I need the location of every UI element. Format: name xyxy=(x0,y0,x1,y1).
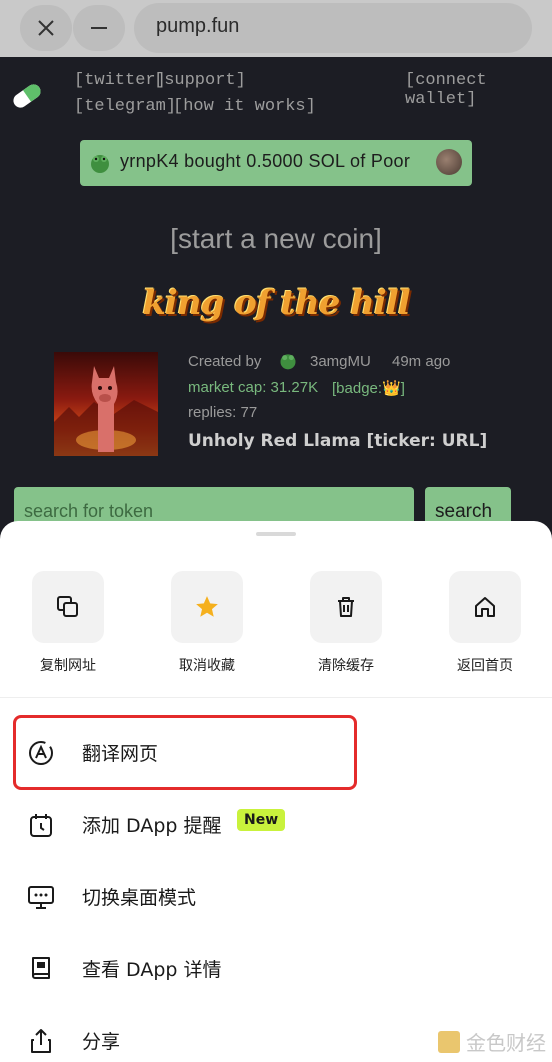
frog-avatar-icon xyxy=(91,155,109,173)
copy-url-action[interactable]: 复制网址 xyxy=(32,571,104,674)
star-icon xyxy=(196,596,218,617)
nav-link-twitter[interactable]: [twitter] xyxy=(74,71,166,90)
market-cap: market cap: 31.27K xyxy=(188,379,319,396)
llama-illustration xyxy=(54,366,158,456)
minimize-button[interactable] xyxy=(73,5,125,51)
menu-item-desktop-mode[interactable]: 切换桌面模式 xyxy=(0,864,552,928)
unfavorite-button[interactable] xyxy=(171,571,243,643)
coin-image[interactable] xyxy=(54,352,158,456)
trash-icon xyxy=(338,597,354,617)
desktop-mode-icon xyxy=(26,882,56,912)
watermark-logo-icon xyxy=(438,1030,460,1053)
clear-cache-action[interactable]: 清除缓存 xyxy=(310,571,382,674)
minimize-icon xyxy=(91,27,107,29)
go-home-button[interactable] xyxy=(449,571,521,643)
creator-name[interactable]: 3amgMU xyxy=(310,353,371,370)
nav-link-support[interactable]: [support] xyxy=(154,71,246,90)
unfavorite-label: 取消收藏 xyxy=(179,658,235,674)
menu-item-add-dapp-reminder[interactable]: 添加 DApp 提醒 New xyxy=(0,792,552,856)
copy-url-button[interactable] xyxy=(32,571,104,643)
creator-frog-icon xyxy=(280,354,296,370)
close-button[interactable] xyxy=(20,5,72,51)
share-label: 分享 xyxy=(82,1031,121,1053)
pump-pill-logo[interactable] xyxy=(10,81,44,111)
nav-link-how-it-works[interactable]: [how it works] xyxy=(173,97,316,116)
address-bar[interactable]: pump.fun xyxy=(134,3,532,53)
go-home-label: 返回首页 xyxy=(457,658,513,674)
book-icon xyxy=(26,954,56,984)
copy-url-label: 复制网址 xyxy=(40,658,96,674)
share-icon xyxy=(26,1026,56,1056)
created-by-label: Created by xyxy=(188,353,262,370)
close-icon xyxy=(38,20,54,36)
king-of-the-hill-title: king of the hill xyxy=(142,283,410,323)
sheet-divider xyxy=(0,697,552,698)
token-avatar xyxy=(436,149,462,175)
go-home-action[interactable]: 返回首页 xyxy=(449,571,521,674)
browser-action-sheet: 复制网址 取消收藏 清除缓存 返回首页 翻译网页 添加 DApp 提醒 New … xyxy=(0,521,552,1062)
web-page: [twitter] [support] [connect wallet] [te… xyxy=(0,57,552,537)
clear-cache-label: 清除缓存 xyxy=(318,658,374,674)
start-new-coin-link[interactable]: [start a new coin] xyxy=(0,223,552,255)
created-time: 49m ago xyxy=(392,353,451,370)
desktop-mode-label: 切换桌面模式 xyxy=(82,887,197,909)
menu-item-dapp-details[interactable]: 查看 DApp 详情 xyxy=(0,936,552,1000)
coin-badge: [badge:👑] xyxy=(332,380,405,397)
home-icon xyxy=(475,597,495,617)
connect-wallet-link[interactable]: [connect wallet] xyxy=(405,71,552,109)
browser-toolbar: pump.fun xyxy=(0,0,552,57)
copy-icon xyxy=(57,596,78,617)
dapp-details-label: 查看 DApp 详情 xyxy=(82,959,222,981)
nav-link-telegram[interactable]: [telegram] xyxy=(74,97,176,116)
watermark-text: 金色财经 xyxy=(466,1031,546,1055)
watermark: 金色财经 xyxy=(438,1027,546,1056)
activity-ticker[interactable]: yrnpK4 bought 0.5000 SOL of Poor xyxy=(80,140,472,186)
coin-name[interactable]: Unholy Red Llama [ticker: URL] xyxy=(188,431,487,451)
sheet-drag-handle[interactable] xyxy=(256,532,296,536)
calendar-reminder-icon xyxy=(26,810,56,840)
replies-count: replies: 77 xyxy=(188,404,258,421)
highlight-annotation-box xyxy=(13,715,357,790)
unfavorite-action[interactable]: 取消收藏 xyxy=(171,571,243,674)
clear-cache-button[interactable] xyxy=(310,571,382,643)
new-badge: New xyxy=(237,809,286,831)
add-dapp-reminder-label: 添加 DApp 提醒 xyxy=(82,815,222,837)
ticker-text: yrnpK4 bought 0.5000 SOL of Poor xyxy=(120,151,411,171)
url-text: pump.fun xyxy=(156,15,240,37)
